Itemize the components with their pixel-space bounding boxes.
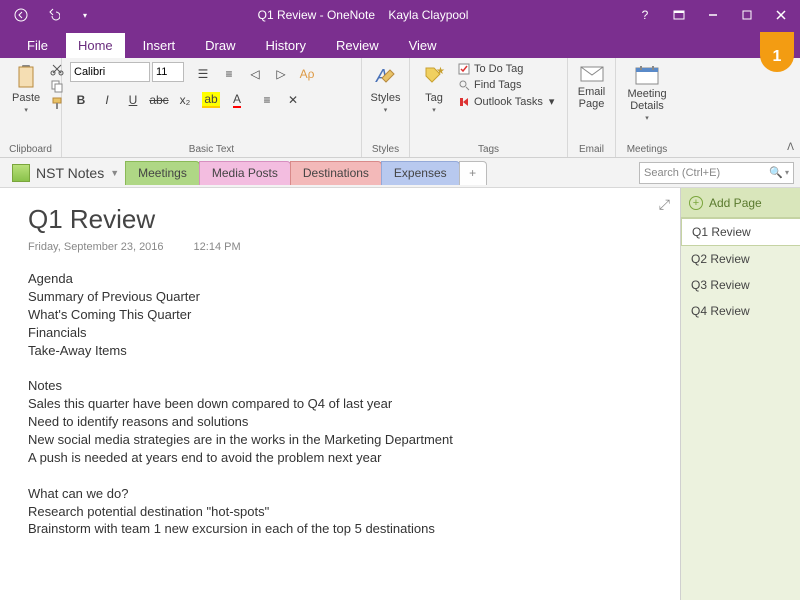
tab-home[interactable]: Home	[66, 33, 125, 58]
numbering-button[interactable]: ≡	[218, 64, 240, 84]
tab-review[interactable]: Review	[324, 33, 391, 58]
basictext-group-label: Basic Text	[70, 142, 353, 155]
find-tags-button[interactable]: Find Tags	[456, 78, 556, 92]
tab-history[interactable]: History	[254, 33, 318, 58]
outlook-tasks-button[interactable]: Outlook Tasks▾	[456, 94, 556, 109]
tab-view[interactable]: View	[397, 33, 449, 58]
font-size-select[interactable]	[152, 62, 184, 82]
subscript-button[interactable]: x₂	[174, 90, 196, 110]
add-page-button[interactable]: + Add Page	[681, 188, 800, 218]
meeting-details-button[interactable]: Meeting Details▾	[624, 62, 670, 124]
collapse-ribbon-button[interactable]: ᐱ	[787, 142, 794, 153]
section-tab-meetings[interactable]: Meetings	[125, 161, 200, 185]
user-name: Kayla Claypool	[388, 8, 468, 22]
paragraph-button[interactable]: ✕	[282, 90, 304, 110]
page-list-panel: + Add Page Q1 Review Q2 Review Q3 Review…	[680, 188, 800, 600]
page-title[interactable]: Q1 Review	[28, 204, 652, 235]
section-tab-expenses[interactable]: Expenses	[381, 161, 460, 185]
tab-draw[interactable]: Draw	[193, 33, 247, 58]
tags-group-label: Tags	[418, 142, 559, 155]
highlight-button[interactable]: ab	[200, 90, 222, 110]
font-color-button[interactable]: A	[226, 90, 248, 110]
email-label: Email Page	[578, 86, 606, 110]
bold-button[interactable]: B	[70, 90, 92, 110]
italic-button[interactable]: I	[96, 90, 118, 110]
note-line[interactable]: New social media strategies are in the w…	[28, 432, 652, 449]
section-tab-media[interactable]: Media Posts	[199, 161, 291, 185]
help-button[interactable]: ?	[630, 1, 660, 29]
undo-button[interactable]	[42, 4, 64, 26]
note-line[interactable]: Research potential destination "hot-spot…	[28, 504, 652, 521]
tab-insert[interactable]: Insert	[131, 33, 188, 58]
clipboard-group-label: Clipboard	[8, 142, 53, 155]
note-line[interactable]: Financials	[28, 325, 652, 342]
section-tab-destinations[interactable]: Destinations	[290, 161, 382, 185]
expand-icon[interactable]: ⤢	[659, 196, 670, 213]
search-input[interactable]: Search (Ctrl+E) 🔍 ▾	[639, 162, 794, 184]
outdent-button[interactable]: ◁	[244, 64, 266, 84]
tab-file[interactable]: File	[15, 33, 60, 58]
tag-label: Tag	[425, 92, 443, 104]
main-area: ⤢ Q1 Review Friday, September 23, 2016 1…	[0, 188, 800, 600]
note-line[interactable]: Take-Away Items	[28, 343, 652, 360]
ribbon-display-button[interactable]	[664, 1, 694, 29]
meeting-label: Meeting Details	[627, 88, 666, 112]
notebook-icon	[12, 164, 30, 182]
indent-button[interactable]: ▷	[270, 64, 292, 84]
svg-text:★: ★	[436, 66, 445, 77]
add-section-button[interactable]: +	[459, 161, 487, 185]
paste-label: Paste	[12, 92, 40, 104]
notebook-name: NST Notes	[36, 165, 104, 181]
page-item-q3[interactable]: Q3 Review	[681, 272, 800, 298]
page-date: Friday, September 23, 2016	[28, 241, 164, 253]
bullets-button[interactable]: ☰	[192, 64, 214, 84]
title-bar: ▾ Q1 Review - OneNote Kayla Claypool ?	[0, 0, 800, 30]
qat-customize[interactable]: ▾	[74, 4, 96, 26]
tag-button[interactable]: ★ Tag▾	[418, 62, 450, 116]
page-canvas[interactable]: ⤢ Q1 Review Friday, September 23, 2016 1…	[0, 188, 680, 600]
note-line[interactable]: Notes	[28, 378, 652, 395]
close-button[interactable]	[766, 1, 796, 29]
clear-format-button[interactable]: Aρ	[296, 64, 318, 84]
note-line[interactable]: Agenda	[28, 271, 652, 288]
underline-button[interactable]: U	[122, 90, 144, 110]
todo-tag-button[interactable]: To Do Tag	[456, 62, 556, 76]
styles-group-label: Styles	[370, 142, 401, 155]
notebook-selector[interactable]: NST Notes ▼	[6, 164, 125, 182]
page-time: 12:14 PM	[194, 241, 241, 253]
styles-button[interactable]: A Styles▾	[370, 62, 401, 116]
email-group-label: Email	[576, 142, 607, 155]
section-bar: NST Notes ▼ Meetings Media Posts Destina…	[0, 158, 800, 188]
note-line[interactable]: Sales this quarter have been down compar…	[28, 396, 652, 413]
ribbon: Paste▾ Clipboard ☰ ≡ ◁ ▷	[0, 58, 800, 158]
page-item-q1[interactable]: Q1 Review	[681, 218, 800, 246]
note-line[interactable]: Summary of Previous Quarter	[28, 289, 652, 306]
note-line[interactable]: What's Coming This Quarter	[28, 307, 652, 324]
add-page-label: Add Page	[709, 196, 762, 210]
strike-button[interactable]: abc	[148, 90, 170, 110]
paste-button[interactable]: Paste▾	[8, 62, 44, 116]
align-button[interactable]: ≡	[256, 90, 278, 110]
back-button[interactable]	[10, 4, 32, 26]
note-line[interactable]: A push is needed at years end to avoid t…	[28, 450, 652, 467]
callout-marker: 1	[760, 32, 794, 72]
maximize-button[interactable]	[732, 1, 762, 29]
minimize-button[interactable]	[698, 1, 728, 29]
note-line[interactable]: What can we do?	[28, 486, 652, 503]
page-item-q4[interactable]: Q4 Review	[681, 298, 800, 324]
window-title: Q1 Review - OneNote	[258, 8, 375, 22]
font-family-select[interactable]	[70, 62, 150, 82]
plus-icon: +	[689, 196, 703, 210]
styles-label: Styles	[371, 92, 401, 104]
page-item-q2[interactable]: Q2 Review	[681, 246, 800, 272]
search-icon: 🔍	[769, 166, 783, 179]
note-line[interactable]: Brainstorm with team 1 new excursion in …	[28, 521, 652, 538]
email-page-button[interactable]: Email Page	[576, 62, 607, 112]
search-placeholder: Search (Ctrl+E)	[644, 167, 720, 179]
note-line[interactable]: Need to identify reasons and solutions	[28, 414, 652, 431]
menu-tabs: File Home Insert Draw History Review Vie…	[0, 30, 800, 58]
meetings-group-label: Meetings	[624, 142, 670, 155]
